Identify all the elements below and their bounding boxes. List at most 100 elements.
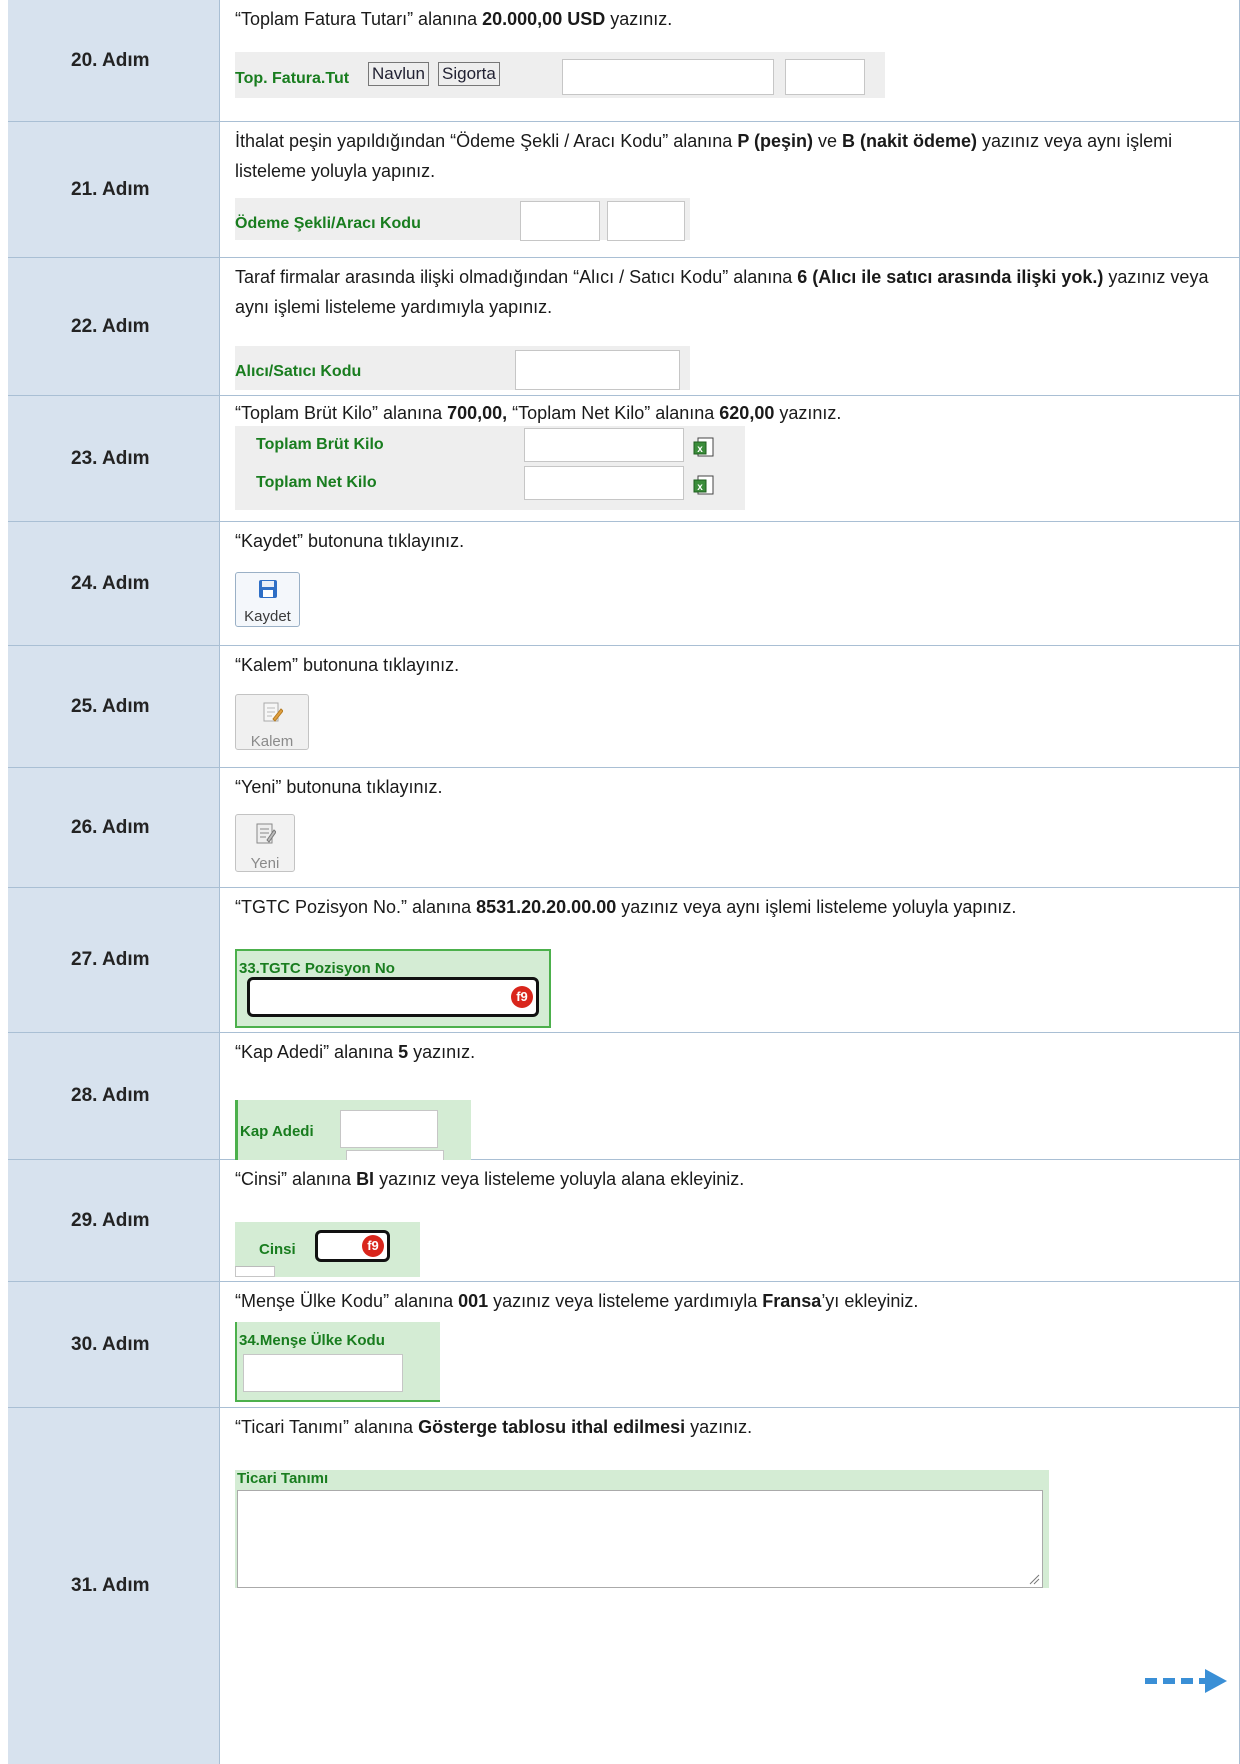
field-snippet: Alıcı/Satıcı Kodu (235, 346, 690, 390)
dashed-arrow-right-icon (1145, 1669, 1227, 1693)
total-invoice-input[interactable] (562, 59, 774, 95)
net-weight-input[interactable] (524, 466, 684, 500)
button-label: Kaydet (244, 608, 291, 625)
step-number: 26. Adım (8, 768, 219, 888)
step-instruction: İthalat peşin yapıldığından “Ödeme Şekli… (235, 126, 1219, 186)
step-content: “Toplam Brüt Kilo” alanına 700,00, “Topl… (219, 396, 1240, 522)
step-content: “Cinsi” alanına BI yazınız veya listelem… (219, 1160, 1240, 1282)
excel-icon[interactable]: x (693, 474, 715, 496)
floppy-disk-icon (258, 580, 277, 598)
step-row: 22. Adım Taraf firmalar arasında ilişki … (8, 258, 1240, 396)
field-label: Ticari Tanımı (237, 1470, 329, 1487)
field-snippet: Ödeme Şekli/Aracı Kodu (235, 198, 690, 241)
instruction-text: ’yı ekleyiniz. (821, 1291, 919, 1311)
step-instruction: “Menşe Ülke Kodu” alanına 001 yazınız ve… (235, 1286, 1219, 1316)
field-snippet: 33.TGTC Pozisyon No f9 (235, 949, 551, 1028)
step-row: 29. Adım “Cinsi” alanına BI yazınız veya… (8, 1160, 1240, 1282)
instruction-text: yazınız. (408, 1042, 476, 1062)
step-content: “Ticari Tanımı” alanına Gösterge tablosu… (219, 1408, 1240, 1764)
sigorta-button[interactable]: Sigorta (438, 62, 500, 86)
field-snippet: Toplam Brüt Kilo Toplam Net Kilo x x (235, 426, 745, 510)
instruction-value: Gösterge tablosu ithal edilmesi (418, 1417, 686, 1437)
step-number: 23. Adım (8, 396, 219, 522)
instruction-value: 700,00, (447, 403, 508, 423)
step-instruction: Taraf firmalar arasında ilişki olmadığın… (235, 262, 1219, 322)
instruction-text: yazınız veya aynı işlemi listeleme yoluy… (616, 897, 1017, 917)
instruction-text: “Toplam Brüt Kilo” alanına (235, 403, 448, 423)
instruction-value: B (nakit ödeme) (842, 131, 978, 151)
step-row: 24. Adım “Kaydet” butonuna tıklayınız. K… (8, 522, 1240, 646)
yeni-button[interactable]: Yeni (235, 814, 295, 872)
step-row: 23. Adım “Toplam Brüt Kilo” alanına 700,… (8, 396, 1240, 522)
field-snippet: Cinsi f9 (235, 1222, 420, 1277)
package-count-input[interactable] (340, 1110, 438, 1148)
step-row: 26. Adım “Yeni” butonuna tıklayınız. Yen… (8, 768, 1240, 888)
step-content: “Toplam Fatura Tutarı” alanına 20.000,00… (219, 0, 1240, 122)
instruction-text: “Cinsi” alanına (235, 1169, 357, 1189)
excel-icon[interactable]: x (693, 436, 715, 458)
edit-document-icon (256, 823, 277, 844)
field-snippet: Ticari Tanımı (235, 1470, 1049, 1588)
instruction-text: yazınız. (774, 403, 842, 423)
field-snippet: 34.Menşe Ülke Kodu (235, 1322, 440, 1402)
field-label: Alıcı/Satıcı Kodu (235, 363, 362, 380)
step-content: “Kaydet” butonuna tıklayınız. Kaydet (219, 522, 1240, 646)
step-number: 22. Adım (8, 258, 219, 396)
edit-document-icon (263, 702, 284, 722)
instruction-text: Taraf firmalar arasında ilişki olmadığın… (235, 267, 798, 287)
step-number: 21. Adım (8, 122, 219, 258)
step-number: 24. Adım (8, 522, 219, 646)
step-content: Taraf firmalar arasında ilişki olmadığın… (219, 258, 1240, 396)
step-number: 28. Adım (8, 1033, 219, 1160)
step-content: “Kap Adedi” alanına 5 yazınız. Kap Adedi (219, 1033, 1240, 1160)
instruction-text: “Yeni” butonuna tıklayınız. (235, 777, 443, 797)
instruction-value: P (peşin) (737, 131, 813, 151)
step-instruction: “Toplam Brüt Kilo” alanına 700,00, “Topl… (235, 398, 1219, 428)
step-instruction: “Ticari Tanımı” alanına Gösterge tablosu… (235, 1412, 1219, 1442)
instruction-text: “Toplam Net Kilo” alanına (507, 403, 720, 423)
intermediary-code-input[interactable] (607, 201, 685, 241)
f9-key-icon: f9 (511, 986, 533, 1008)
instruction-text: yazınız veya listeleme yardımıyla (488, 1291, 763, 1311)
instruction-text: yazınız. (605, 9, 673, 29)
instruction-value: 20.000,00 USD (482, 9, 606, 29)
step-content: “TGTC Pozisyon No.” alanına 8531.20.20.0… (219, 888, 1240, 1033)
step-row: 31. Adım “Ticari Tanımı” alanına Gösterg… (8, 1408, 1240, 1764)
instruction-text: “TGTC Pozisyon No.” alanına (235, 897, 477, 917)
kaydet-button[interactable]: Kaydet (235, 572, 300, 627)
button-label: Kalem (250, 733, 294, 750)
buyer-seller-code-input[interactable] (515, 350, 680, 390)
step-number: 29. Adım (8, 1160, 219, 1282)
navlun-button[interactable]: Navlun (368, 62, 429, 86)
kalem-button[interactable]: Kalem (235, 694, 309, 750)
step-number: 25. Adım (8, 646, 219, 768)
currency-input[interactable] (785, 59, 865, 95)
field-label: Top. Fatura.Tut (235, 70, 350, 87)
field-snippet: Kap Adedi (235, 1100, 471, 1160)
next-field-edge (346, 1150, 444, 1160)
instruction-text: “Ticari Tanımı” alanına (235, 1417, 419, 1437)
gross-weight-input[interactable] (524, 428, 684, 462)
svg-text:x: x (697, 444, 703, 455)
instruction-value: 001 (458, 1291, 489, 1311)
field-label: Ödeme Şekli/Aracı Kodu (235, 215, 421, 232)
instruction-value: 8531.20.20.00.00 (476, 897, 617, 917)
instruction-text: “Kaydet” butonuna tıklayınız. (235, 531, 465, 551)
step-instruction: “Kaydet” butonuna tıklayınız. (235, 526, 1219, 556)
step-number: 31. Adım (8, 1408, 219, 1764)
payment-method-input[interactable] (520, 201, 600, 241)
step-instruction: “Kalem” butonuna tıklayınız. (235, 650, 1219, 680)
instruction-text: İthalat peşin yapıldığından “Ödeme Şekli… (235, 131, 738, 151)
package-type-input[interactable]: f9 (315, 1230, 390, 1262)
origin-country-input[interactable] (243, 1354, 403, 1392)
step-row: 27. Adım “TGTC Pozisyon No.” alanına 853… (8, 888, 1240, 1033)
resize-grip-icon[interactable] (1028, 1573, 1040, 1585)
tgtc-position-input[interactable]: f9 (247, 977, 539, 1017)
commercial-description-textarea[interactable] (237, 1490, 1043, 1588)
step-number: 27. Adım (8, 888, 219, 1033)
step-instruction: “Cinsi” alanına BI yazınız veya listelem… (235, 1164, 1219, 1194)
instruction-value: BI (356, 1169, 375, 1189)
f9-key-icon: f9 (362, 1235, 384, 1257)
field-label: Kap Adedi (240, 1123, 314, 1140)
instruction-value: Fransa (762, 1291, 822, 1311)
